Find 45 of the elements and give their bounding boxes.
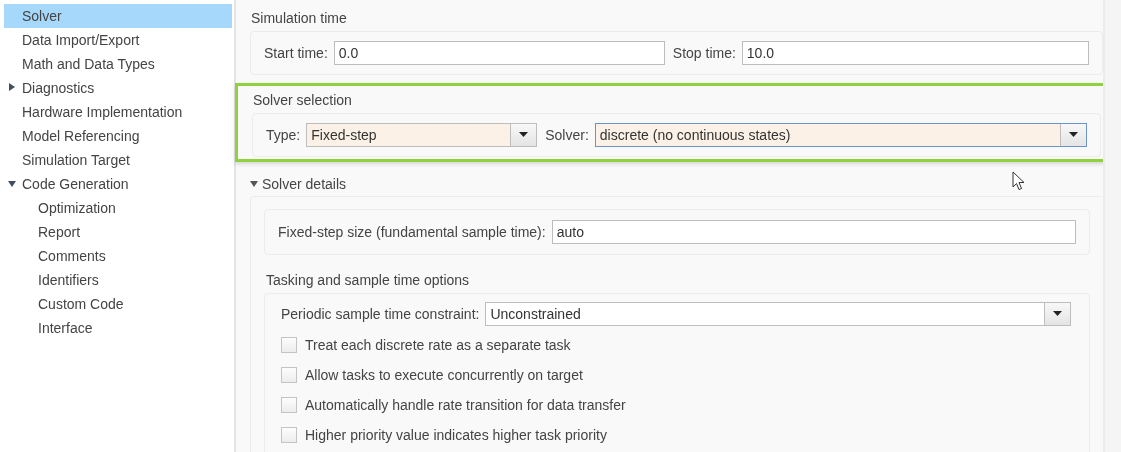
collapse-triangle-icon[interactable] [8, 179, 16, 189]
type-dropdown[interactable]: Fixed-step [306, 123, 538, 147]
sidebar-item[interactable]: Solver [4, 4, 232, 28]
expand-triangle-icon[interactable] [8, 83, 16, 93]
sidebar-item[interactable]: Diagnostics [4, 76, 232, 100]
mouse-pointer-icon [1012, 171, 1026, 191]
checkbox-label: Treat each discrete rate as a separate task [305, 337, 571, 353]
sidebar-item[interactable]: Comments [4, 244, 232, 268]
caret-icon [519, 132, 529, 138]
sidebar-item[interactable]: Hardware Implementation [4, 100, 232, 124]
section-title: Simulation time [250, 9, 348, 28]
field-label: Start time: [264, 45, 328, 61]
collapse-triangle-icon[interactable] [250, 179, 258, 189]
sidebar-item[interactable]: Code Generation [4, 172, 232, 196]
sidebar-item[interactable]: Math and Data Types [4, 52, 232, 76]
checkbox[interactable] [281, 367, 297, 383]
start-time-field[interactable]: 0.0 [333, 41, 665, 65]
sidebar-item[interactable]: Custom Code [4, 292, 232, 316]
sidebar-item[interactable]: Optimization [4, 196, 232, 220]
checkbox[interactable] [281, 397, 297, 413]
field-label: Stop time: [672, 45, 736, 61]
checkbox[interactable] [281, 337, 297, 353]
constraint-dropdown[interactable]: Unconstrained [485, 302, 1071, 326]
checkbox-label: Automatically handle rate transition for data transfer [305, 397, 626, 413]
solver-dropdown[interactable]: discrete (no continuous states) [594, 123, 1087, 147]
solver-details-toggle[interactable]: Solver details [250, 174, 1103, 194]
step-size-field[interactable]: auto [551, 220, 1076, 244]
sidebar-item[interactable]: Simulation Target [4, 148, 232, 172]
stop-time-field[interactable]: 10.0 [741, 41, 1089, 65]
checkbox-label: Higher priority value indicates higher task priority [305, 427, 607, 443]
sidebar-item[interactable]: Identifiers [4, 268, 232, 292]
field-label: Fixed-step size (fundamental sample time): [278, 224, 546, 240]
section-title: Solver selection [252, 91, 353, 110]
field-label: Periodic sample time constraint: [281, 306, 480, 322]
caret-icon [1069, 132, 1078, 138]
section-title: Tasking and sample time options [266, 271, 471, 290]
sidebar-item[interactable]: Interface [4, 316, 232, 340]
sidebar-item[interactable]: Data Import/Export [4, 28, 232, 52]
field-label: Solver: [545, 127, 589, 143]
field-label: Type: [266, 127, 301, 143]
checkbox-label: Allow tasks to execute concurrently on target [305, 367, 583, 383]
caret-icon [1053, 311, 1062, 317]
sidebar-item[interactable]: Model Referencing [4, 124, 232, 148]
checkbox[interactable] [281, 427, 297, 443]
sidebar-item[interactable]: Report [4, 220, 232, 244]
